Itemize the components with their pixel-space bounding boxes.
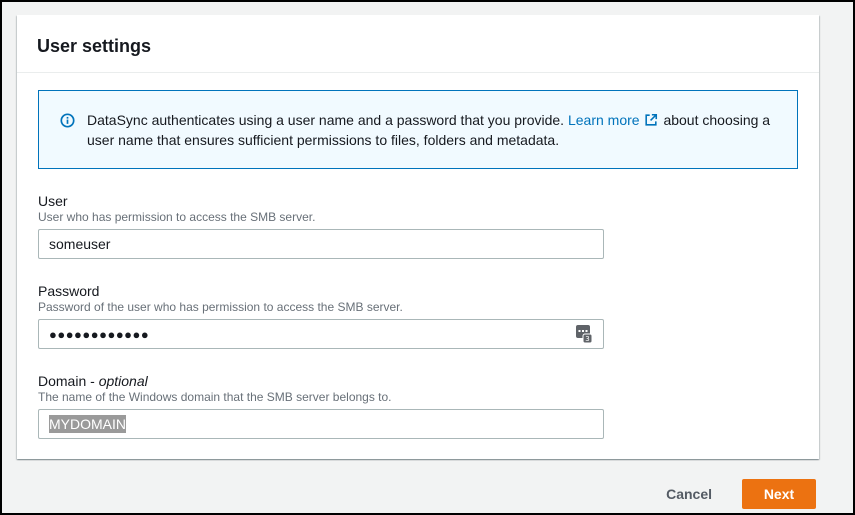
domain-label: Domain - optional	[38, 372, 604, 390]
user-settings-panel: User settings DataSync authenticates usi…	[17, 15, 819, 459]
domain-field: Domain - optional The name of the Window…	[38, 372, 604, 439]
user-field: User User who has permission to access t…	[38, 192, 604, 259]
user-input-value: someuser	[49, 236, 111, 252]
info-icon	[60, 113, 75, 128]
wizard-actions: Cancel Next	[666, 479, 816, 509]
next-button[interactable]: Next	[742, 479, 816, 509]
domain-label-text: Domain -	[38, 373, 95, 389]
password-masked-value: ●●●●●●●●●●●●	[49, 327, 150, 342]
learn-more-link[interactable]: Learn more	[568, 112, 660, 128]
domain-description: The name of the Windows domain that the …	[38, 390, 392, 404]
panel-title: User settings	[37, 36, 152, 56]
info-alert: DataSync authenticates using a user name…	[38, 90, 798, 169]
cancel-button[interactable]: Cancel	[666, 486, 742, 502]
password-field: Password Password of the user who has pe…	[38, 282, 604, 349]
user-input[interactable]: someuser	[38, 229, 604, 259]
domain-input[interactable]: MYDOMAIN	[38, 409, 604, 439]
domain-optional-tag: optional	[98, 373, 148, 389]
panel-header: User settings	[17, 15, 819, 73]
learn-more-label: Learn more	[567, 112, 640, 128]
password-manager-key-icon[interactable]: 3	[575, 324, 593, 344]
svg-text:3: 3	[585, 335, 589, 343]
user-label: User	[38, 193, 68, 209]
domain-input-value: MYDOMAIN	[49, 415, 126, 433]
external-link-icon	[644, 113, 657, 126]
alert-text-before: DataSync authenticates using a user name…	[87, 112, 565, 128]
password-label: Password	[38, 283, 100, 299]
password-description: Password of the user who has permission …	[38, 300, 403, 314]
user-description: User who has permission to access the SM…	[38, 210, 316, 224]
password-input[interactable]: ●●●●●●●●●●●● 3	[38, 319, 604, 349]
